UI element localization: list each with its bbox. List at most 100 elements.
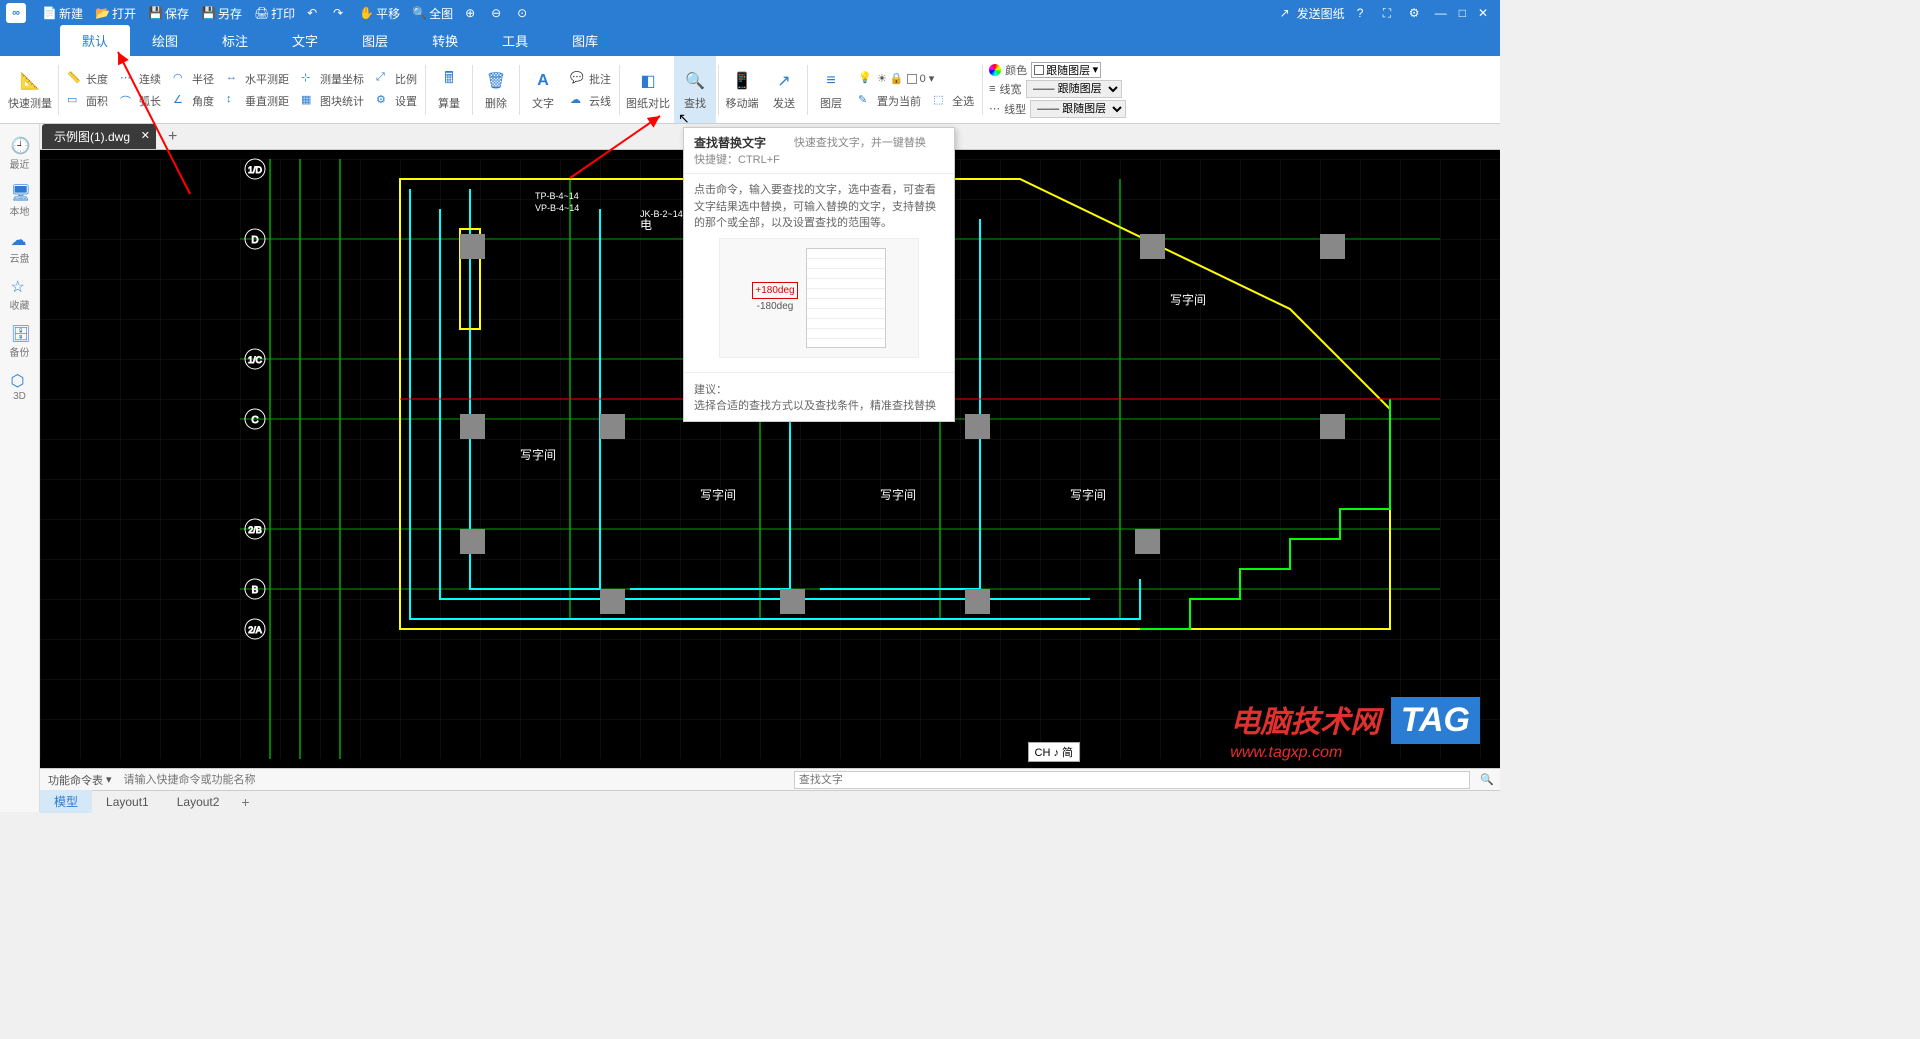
svg-text:1/C: 1/C [248, 355, 263, 365]
sidebar-item-local[interactable]: 🖥本地 [0, 177, 39, 224]
compare-button[interactable]: ◧图纸对比 [622, 56, 674, 123]
close-tab-icon[interactable]: ✕ [141, 129, 150, 142]
sidebar-item-cloud[interactable]: ☁云盘 [0, 224, 39, 271]
sidebar-item-favorites[interactable]: ☆收藏 [0, 271, 39, 318]
linetype-row[interactable]: ⋯线型 —— 跟随图层 [989, 100, 1126, 118]
close-button[interactable]: ✕ [1472, 0, 1494, 26]
backup-icon: 🗄 [11, 324, 29, 342]
svg-text:写字间: 写字间 [880, 487, 916, 502]
title-bar: ∞ 📄新建 📂打开 💾保存 💾另存 🖨打印 ↶ ↷ ✋平移 🔍全图 ⊕ ⊖ ⊙ … [0, 0, 1500, 26]
file-tab-active[interactable]: 示例图(1).dwg ✕ [42, 124, 156, 149]
tooltip-shortcut: 快捷键：CTRL+F [694, 151, 780, 167]
settings-btn[interactable]: ⚙设置 [372, 91, 421, 111]
annotate-button[interactable]: 💬批注 [566, 69, 615, 89]
tab-annotate[interactable]: 标注 [200, 25, 270, 56]
send-button[interactable]: ↗发送 [763, 56, 805, 123]
layout-tab-2[interactable]: Layout2 [163, 792, 234, 812]
color-row[interactable]: 颜色 跟随图层▾ [989, 62, 1126, 78]
svg-text:2/B: 2/B [248, 525, 262, 535]
send-icon: ↗ [772, 69, 796, 93]
layer-button[interactable]: ≡图层 [810, 56, 852, 123]
hdist-button[interactable]: ↔水平测距 [222, 69, 293, 89]
tab-gallery[interactable]: 图库 [550, 25, 620, 56]
svg-text:2/A: 2/A [248, 625, 262, 635]
command-bar: 功能命令表▾ 🔍 [40, 768, 1500, 790]
new-button[interactable]: 📄新建 [36, 0, 89, 26]
tab-layer[interactable]: 图层 [340, 25, 410, 56]
colorwheel-icon [989, 64, 1001, 76]
calc-button[interactable]: 🖩算量 [428, 56, 470, 123]
undo-button[interactable]: ↶ [301, 0, 327, 26]
add-tab-button[interactable]: + [162, 128, 183, 146]
pan-button[interactable]: ✋平移 [353, 0, 406, 26]
command-input[interactable] [120, 772, 794, 788]
radius-button[interactable]: ◠半径 [169, 69, 218, 89]
save-button[interactable]: 💾保存 [142, 0, 195, 26]
svg-text:VP-B-4~14: VP-B-4~14 [535, 203, 579, 213]
find-text-input[interactable] [794, 771, 1470, 789]
arclen-button[interactable]: ⌒弧长 [116, 91, 165, 111]
area-button[interactable]: ▭面积 [63, 91, 112, 111]
tooltip-body: 点击命令，输入要查找的文字，选中查看，可查看文字结果选中替换，可输入替换的文字，… [694, 182, 944, 232]
zoom-out-button[interactable]: ⊖ [485, 0, 511, 26]
setcurrent-button[interactable]: ✎置为当前 ⬚全选 [854, 91, 978, 111]
zoom-in-button[interactable]: ⊕ [459, 0, 485, 26]
ime-indicator: CH ♪ 简 [1028, 742, 1081, 762]
layout-tab-1[interactable]: Layout1 [92, 792, 163, 812]
svg-text:C: C [251, 415, 258, 426]
find-go-icon[interactable]: 🔍 [1474, 773, 1500, 786]
monitor-icon: 🖥 [11, 183, 29, 201]
svg-text:1/D: 1/D [248, 165, 263, 175]
scale-button[interactable]: ⤢比例 [372, 69, 421, 89]
text-button[interactable]: A文字 [522, 56, 564, 123]
surveycoord-button[interactable]: ⊹测量坐标 [297, 69, 368, 89]
layer-select[interactable]: 💡☀🔒0▾ [854, 69, 978, 89]
svg-text:D: D [251, 235, 258, 246]
cube-icon: ⬡ [11, 371, 29, 389]
zoom-extents-button[interactable]: ⊙ [511, 0, 537, 26]
tooltip-suggest-label: 建议： [694, 384, 727, 396]
compare-icon: ◧ [636, 69, 660, 93]
find-button[interactable]: 🔍查找 [674, 56, 716, 123]
search-icon: 🔍 [683, 69, 707, 93]
cloud-button[interactable]: ☁云线 [566, 91, 615, 111]
delete-button[interactable]: 🗑删除 [475, 56, 517, 123]
add-layout-button[interactable]: + [233, 794, 257, 810]
mobile-button[interactable]: 📱移动端 [721, 56, 763, 123]
angle-button[interactable]: ∠角度 [169, 91, 218, 111]
vdist-button[interactable]: ↕垂直测距 [222, 91, 293, 111]
layers-icon: ≡ [819, 69, 843, 93]
saveas-button[interactable]: 💾另存 [195, 0, 248, 26]
tab-default[interactable]: 默认 [60, 25, 130, 56]
length-button[interactable]: 📏长度 [63, 69, 112, 89]
sidebar-item-recent[interactable]: 🕘最近 [0, 130, 39, 177]
tab-draw[interactable]: 绘图 [130, 25, 200, 56]
redo-button[interactable]: ↷ [327, 0, 353, 26]
settings-button[interactable]: ⚙ [1403, 0, 1429, 26]
layout-tab-model[interactable]: 模型 [40, 790, 92, 813]
app-logo: ∞ [6, 3, 26, 23]
blockstats-button[interactable]: ▦图块统计 [297, 91, 368, 111]
quickmeasure-button[interactable]: 📐 快速测量 [4, 56, 56, 123]
sidebar-item-backup[interactable]: 🗄备份 [0, 318, 39, 365]
send-drawing-button[interactable]: ↗发送图纸 [1274, 0, 1351, 26]
tab-text[interactable]: 文字 [270, 25, 340, 56]
open-button[interactable]: 📂打开 [89, 0, 142, 26]
maximize-button[interactable]: □ [1453, 0, 1472, 26]
lineweight-row[interactable]: ≡线宽 —— 跟随图层 [989, 80, 1126, 98]
continuous-button[interactable]: ⋯连续 [116, 69, 165, 89]
svg-text:电: 电 [640, 218, 652, 232]
fullscreen-button[interactable]: ⛶ [1377, 0, 1403, 26]
tab-convert[interactable]: 转换 [410, 25, 480, 56]
svg-text:写字间: 写字间 [700, 487, 736, 502]
trash-icon: 🗑 [484, 69, 508, 93]
calculator-icon: 🖩 [437, 69, 461, 93]
command-label[interactable]: 功能命令表▾ [40, 772, 120, 788]
help-button[interactable]: ? [1351, 0, 1377, 26]
minimize-button[interactable]: — [1429, 0, 1453, 26]
zoom-button[interactable]: 🔍全图 [406, 0, 459, 26]
sidebar-item-3d[interactable]: ⬡3D [0, 365, 39, 408]
star-icon: ☆ [11, 277, 29, 295]
tab-tool[interactable]: 工具 [480, 25, 550, 56]
print-button[interactable]: 🖨打印 [248, 0, 301, 26]
